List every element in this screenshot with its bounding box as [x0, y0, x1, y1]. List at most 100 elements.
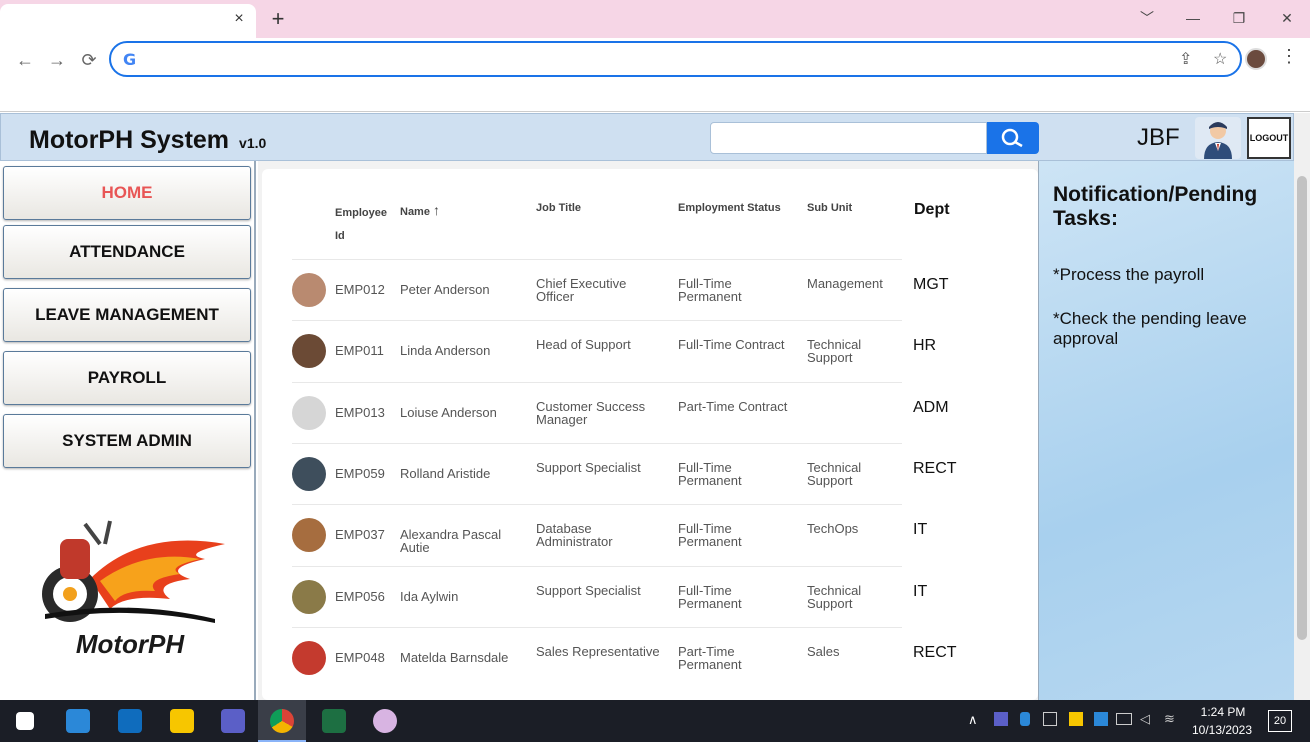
- table-row[interactable]: EMP037 Alexandra Pascal Autie Database Adm…: [292, 504, 927, 565]
- app-version: v1.0: [239, 135, 267, 151]
- employee-name: Peter Anderson: [400, 282, 490, 297]
- battery-icon[interactable]: [1116, 713, 1132, 725]
- browser-active-tab[interactable]: [0, 4, 256, 38]
- table-row[interactable]: EMP013 Loiuse Anderson Customer Success Ma…: [292, 381, 949, 443]
- employee-photo: [292, 395, 326, 430]
- excel-icon[interactable]: [322, 709, 346, 733]
- user-avatar[interactable]: [1195, 117, 1241, 159]
- app-title-text: MotorPH System: [29, 126, 230, 154]
- sidebar-item-leave-management[interactable]: LEAVE MANAGEMENT: [3, 288, 251, 342]
- department: IT: [913, 521, 928, 539]
- tray-chevron-icon[interactable]: ∧: [968, 712, 978, 728]
- employee-table: Employee Id Name ↑ Job Title Employment …: [262, 169, 1038, 700]
- notification-center-icon[interactable]: 20: [1268, 710, 1292, 732]
- motorph-logo: MotorPH: [30, 519, 230, 669]
- motorcycle-flame-icon: [42, 520, 225, 623]
- department: IT: [913, 582, 928, 600]
- tray-app-icon[interactable]: [1043, 712, 1057, 726]
- job-title: Support Specialist: [536, 582, 641, 598]
- search-input[interactable]: [710, 122, 987, 154]
- employee-photo: [292, 579, 326, 614]
- header-sub-unit[interactable]: Sub Unit: [807, 202, 852, 214]
- tray-teams-icon[interactable]: [994, 712, 1008, 726]
- notification-title: Notification/Pending Tasks:: [1053, 183, 1258, 230]
- sidebar-item-payroll[interactable]: PAYROLL: [3, 351, 251, 405]
- department: RECT: [913, 459, 957, 477]
- header-employee-id[interactable]: Employee Id: [335, 202, 391, 248]
- employee-id: EMP012: [335, 282, 385, 297]
- sidebar-item-home[interactable]: HOME: [3, 166, 251, 220]
- employee-name: Alexandra Pascal Autie: [400, 527, 502, 556]
- app-title: MotorPH System v1.0: [29, 126, 266, 155]
- reload-icon[interactable]: ⟳: [76, 47, 102, 73]
- sub-unit: Technical Support: [807, 459, 862, 488]
- chrome-taskbar-button[interactable]: [258, 700, 306, 742]
- employee-id: EMP013: [335, 404, 385, 420]
- tab-close-icon[interactable]: ×: [228, 8, 250, 30]
- tray-s-icon[interactable]: [1094, 712, 1108, 726]
- logo-text: MotorPH: [75, 629, 185, 659]
- teams-icon[interactable]: [221, 709, 245, 733]
- volume-icon[interactable]: ◁: [1140, 711, 1150, 727]
- employment-status: Full-Time Permanent: [678, 582, 742, 611]
- back-icon[interactable]: ←: [12, 47, 38, 73]
- department: ADM: [913, 398, 949, 416]
- sort-arrow-icon[interactable]: ↑: [433, 202, 440, 218]
- sidebar-item-system-admin[interactable]: SYSTEM ADMIN: [3, 414, 251, 468]
- pending-task: *Process the payroll: [1053, 265, 1205, 284]
- employee-id: EMP011: [335, 343, 384, 359]
- employee-name: Ida Aylwin: [400, 588, 459, 604]
- pending-task: *Check the pending leave approval: [1053, 309, 1247, 348]
- address-bar[interactable]: G ⇪ ☆: [109, 41, 1242, 77]
- employee-name: Rolland Aristide: [400, 465, 491, 481]
- search-icon: [1001, 128, 1023, 148]
- share-icon[interactable]: ⇪: [1179, 49, 1192, 69]
- new-tab-button[interactable]: +: [266, 6, 290, 32]
- table-row[interactable]: EMP012 Peter Anderson Chief Executive Offi…: [292, 259, 949, 320]
- close-window-button[interactable]: ✕: [1264, 4, 1310, 32]
- windows-start-icon[interactable]: [16, 712, 34, 730]
- scrollbar-thumb[interactable]: [1297, 176, 1307, 640]
- security-icon[interactable]: [1069, 712, 1083, 726]
- clock-date[interactable]: 10/13/2023: [1182, 723, 1262, 737]
- minimize-button[interactable]: —: [1170, 4, 1216, 32]
- file-explorer-icon[interactable]: [66, 709, 90, 733]
- bookmark-star-icon[interactable]: ☆: [1213, 49, 1227, 69]
- sidebar-item-attendance[interactable]: ATTENDANCE: [3, 225, 251, 279]
- table-row[interactable]: EMP056 Ida Aylwin Support Specialist Full-T…: [292, 565, 927, 627]
- header-name[interactable]: Name ↑: [400, 202, 440, 218]
- header-name-label: Name: [400, 206, 430, 218]
- search-button[interactable]: [987, 122, 1039, 154]
- table-row[interactable]: EMP011 Linda Anderson Head of Support Full-…: [292, 320, 936, 381]
- table-row[interactable]: EMP048 Matelda Barnsdale Sales Representat…: [292, 626, 957, 688]
- header-employment-status[interactable]: Employment Status: [678, 202, 781, 214]
- header-job-title[interactable]: Job Title: [536, 202, 581, 214]
- user-name: JBF: [1137, 124, 1180, 151]
- bookmark-bar: [0, 84, 1310, 112]
- bluetooth-icon[interactable]: [1020, 712, 1030, 726]
- logout-button[interactable]: LOGOUT: [1247, 117, 1291, 159]
- department: RECT: [913, 643, 957, 661]
- restore-button[interactable]: ❐: [1216, 4, 1262, 32]
- sticky-notes-icon[interactable]: [170, 709, 194, 733]
- employment-status: Full-Time Permanent: [678, 459, 742, 488]
- employee-photo: [292, 456, 326, 491]
- job-title: Database Administrator: [536, 521, 613, 550]
- outlook-icon[interactable]: [118, 709, 142, 733]
- forward-icon[interactable]: →: [44, 47, 70, 73]
- table-row[interactable]: EMP059 Rolland Aristide Support Specialist…: [292, 442, 957, 504]
- employee-id: EMP048: [335, 649, 385, 665]
- wifi-icon[interactable]: ≋: [1164, 711, 1175, 727]
- clock-time[interactable]: 1:24 PM: [1188, 705, 1258, 719]
- profile-avatar[interactable]: [1245, 48, 1267, 70]
- tab-search-icon[interactable]: ﹀: [1124, 4, 1170, 32]
- job-title: Customer Success Manager: [536, 398, 646, 427]
- browser-menu-icon[interactable]: ⋮: [1280, 46, 1298, 67]
- employee-photo: [292, 518, 326, 553]
- department: MGT: [913, 276, 949, 293]
- chrome-icon: [270, 709, 294, 733]
- windows-taskbar: ∧ ◁ ≋ 1:24 PM 10/13/2023 20: [0, 700, 1310, 742]
- header-dept: Dept: [914, 201, 950, 218]
- paint-icon[interactable]: [373, 709, 397, 733]
- employee-name: Matelda Barnsdale: [400, 649, 509, 665]
